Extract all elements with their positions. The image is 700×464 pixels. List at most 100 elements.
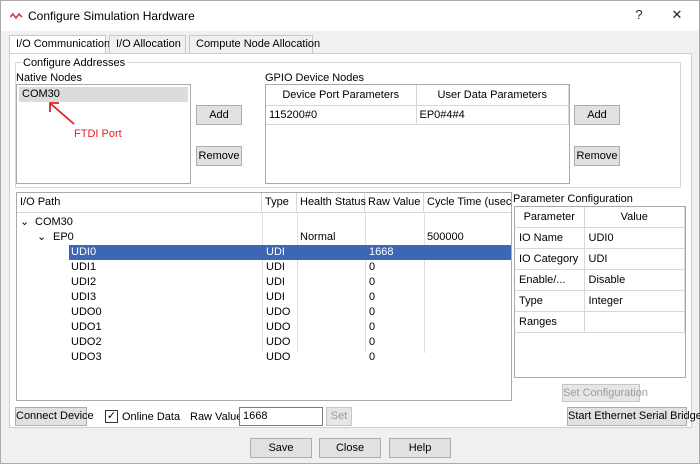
io-type-cell: UDI (266, 261, 285, 273)
param-name: IO Category (515, 248, 585, 270)
gpio-col-user-data: User Data Parameters (416, 85, 569, 106)
start-ethernet-serial-bridge-button[interactable]: Start Ethernet Serial Bridge (567, 407, 700, 426)
native-node-item[interactable]: COM30 (19, 87, 188, 102)
native-node-label: COM30 (22, 88, 60, 100)
col-type[interactable]: Type (262, 193, 297, 213)
param-col-value: Value (584, 207, 685, 228)
gpio-row[interactable]: 115200#0 EP0#4#4 (266, 105, 569, 125)
tree-root-label: COM30 (35, 216, 73, 228)
chevron-down-icon[interactable]: ⌄ (20, 215, 29, 230)
param-name: Ranges (515, 311, 585, 333)
io-type-cell: UDO (266, 351, 291, 363)
gpio-add-button[interactable]: Add (574, 105, 620, 125)
gpio-table: Device Port Parameters User Data Paramet… (266, 85, 569, 125)
parameter-configuration-table[interactable]: Parameter Value IO Name UDI0 IO Category U… (514, 206, 686, 378)
io-row[interactable]: UDI3 UDI 0 (17, 290, 511, 305)
col-health-status[interactable]: Health Status (297, 193, 366, 213)
io-row[interactable]: UDO2 UDO 0 (17, 335, 511, 350)
gpio-device-port-cell[interactable]: 115200#0 (266, 105, 417, 125)
chevron-down-icon[interactable]: ⌄ (37, 230, 46, 245)
param-table: Parameter Value IO Name UDI0 IO Category U… (515, 207, 685, 333)
io-raw-value-cell: 1668 (369, 246, 394, 258)
io-row[interactable]: UDI2 UDI 0 (17, 275, 511, 290)
title-bar: Configure Simulation Hardware ? ✕ (1, 1, 699, 31)
io-type-cell: UDO (266, 306, 291, 318)
online-data-checkbox[interactable]: ✓ (105, 410, 118, 423)
help-button[interactable]: Help (389, 438, 451, 458)
io-raw-value-cell: 0 (369, 261, 376, 273)
param-value[interactable]: Disable (584, 269, 685, 291)
param-row[interactable]: IO Category UDI (515, 248, 685, 270)
io-row[interactable]: UDO1 UDO 0 (17, 320, 511, 335)
tree-endpoint-row[interactable]: ⌄ EP0 Normal 500000 (17, 230, 511, 245)
param-row[interactable]: IO Name UDI0 (515, 227, 685, 249)
endpoint-cycle-time: 500000 (427, 231, 464, 243)
io-type-cell: UDI (266, 246, 285, 258)
param-name: IO Name (515, 227, 585, 249)
configure-addresses-title: Configure Addresses (21, 57, 128, 69)
io-communication-panel: Configure Addresses Native Nodes COM30 F… (9, 53, 700, 428)
col-io-path[interactable]: I/O Path (17, 193, 262, 213)
tab-io-allocation[interactable]: I/O Allocation (109, 35, 186, 53)
close-icon[interactable]: ✕ (667, 7, 687, 23)
param-col-parameter: Parameter (515, 207, 585, 228)
col-raw-value[interactable]: Raw Value (365, 193, 424, 213)
io-path-cell: UDI3 (71, 291, 97, 303)
io-path-tree[interactable]: I/O Path Type Health Status Raw Value Cy… (16, 192, 512, 401)
io-path-cell: UDI2 (71, 276, 97, 288)
configure-simulation-hardware-window: Configure Simulation Hardware ? ✕ I/O Co… (0, 0, 700, 464)
raw-value-label: Raw Value (190, 411, 243, 423)
gpio-header-row: Device Port Parameters User Data Paramet… (266, 85, 569, 106)
gpio-col-device-port: Device Port Parameters (266, 85, 417, 106)
io-type-cell: UDI (266, 276, 285, 288)
io-row[interactable]: UDO0 UDO 0 (17, 305, 511, 320)
raw-value-input[interactable]: 1668 (239, 407, 323, 426)
gpio-device-nodes-table[interactable]: Device Port Parameters User Data Paramet… (265, 84, 570, 184)
col-cycle-time[interactable]: Cycle Time (usec (424, 193, 511, 213)
tab-io-communication[interactable]: I/O Communication (9, 35, 110, 54)
io-path-cell: UDI0 (71, 246, 97, 258)
gpio-remove-button[interactable]: Remove (574, 146, 620, 166)
param-value[interactable]: UDI (584, 248, 685, 270)
save-button[interactable]: Save (250, 438, 312, 458)
param-header-row: Parameter Value (515, 207, 685, 228)
connect-device-button[interactable]: Connect Device (15, 407, 94, 426)
gpio-user-data-cell[interactable]: EP0#4#4 (416, 105, 569, 125)
gpio-device-nodes-label: GPIO Device Nodes (265, 72, 365, 84)
tree-root-row[interactable]: ⌄ COM30 (17, 215, 511, 230)
param-value[interactable]: UDI0 (584, 227, 685, 249)
io-row[interactable]: UDI0 UDI 1668 (69, 245, 511, 260)
tab-compute-node-allocation[interactable]: Compute Node Allocation (189, 35, 320, 53)
set-configuration-button[interactable]: Set Configuration (562, 384, 648, 402)
native-nodes-label: Native Nodes (16, 72, 83, 84)
io-type-cell: UDO (266, 321, 291, 333)
help-icon[interactable]: ? (629, 7, 649, 22)
io-path-cell: UDO0 (71, 306, 102, 318)
param-row[interactable]: Enable/... Disable (515, 269, 685, 291)
native-add-button[interactable]: Add (196, 105, 242, 125)
param-value[interactable] (584, 311, 685, 333)
io-path-cell: UDO2 (71, 336, 102, 348)
param-row[interactable]: Type Integer (515, 290, 685, 312)
io-path-cell: UDI1 (71, 261, 97, 273)
io-type-cell: UDO (266, 336, 291, 348)
io-type-cell: UDI (266, 291, 285, 303)
close-button[interactable]: Close (319, 438, 381, 458)
param-row[interactable]: Ranges (515, 311, 685, 333)
io-row[interactable]: UDI1 UDI 0 (17, 260, 511, 275)
io-row[interactable]: UDO3 UDO 0 (17, 350, 511, 365)
tree-endpoint-label: EP0 (53, 231, 74, 243)
online-data-label: Online Data (122, 411, 181, 423)
io-path-cell: UDO1 (71, 321, 102, 333)
param-value[interactable]: Integer (584, 290, 685, 312)
io-tree-header: I/O Path Type Health Status Raw Value Cy… (17, 193, 511, 213)
parameter-configuration-title: Parameter Configuration (513, 193, 633, 205)
io-raw-value-cell: 0 (369, 291, 376, 303)
ftdi-port-annotation: FTDI Port (74, 128, 122, 140)
io-raw-value-cell: 0 (369, 306, 376, 318)
native-remove-button[interactable]: Remove (196, 146, 242, 166)
set-raw-value-button[interactable]: Set (326, 407, 352, 426)
io-raw-value-cell: 0 (369, 336, 376, 348)
io-raw-value-cell: 0 (369, 276, 376, 288)
arrow-annotation-icon (49, 102, 75, 125)
